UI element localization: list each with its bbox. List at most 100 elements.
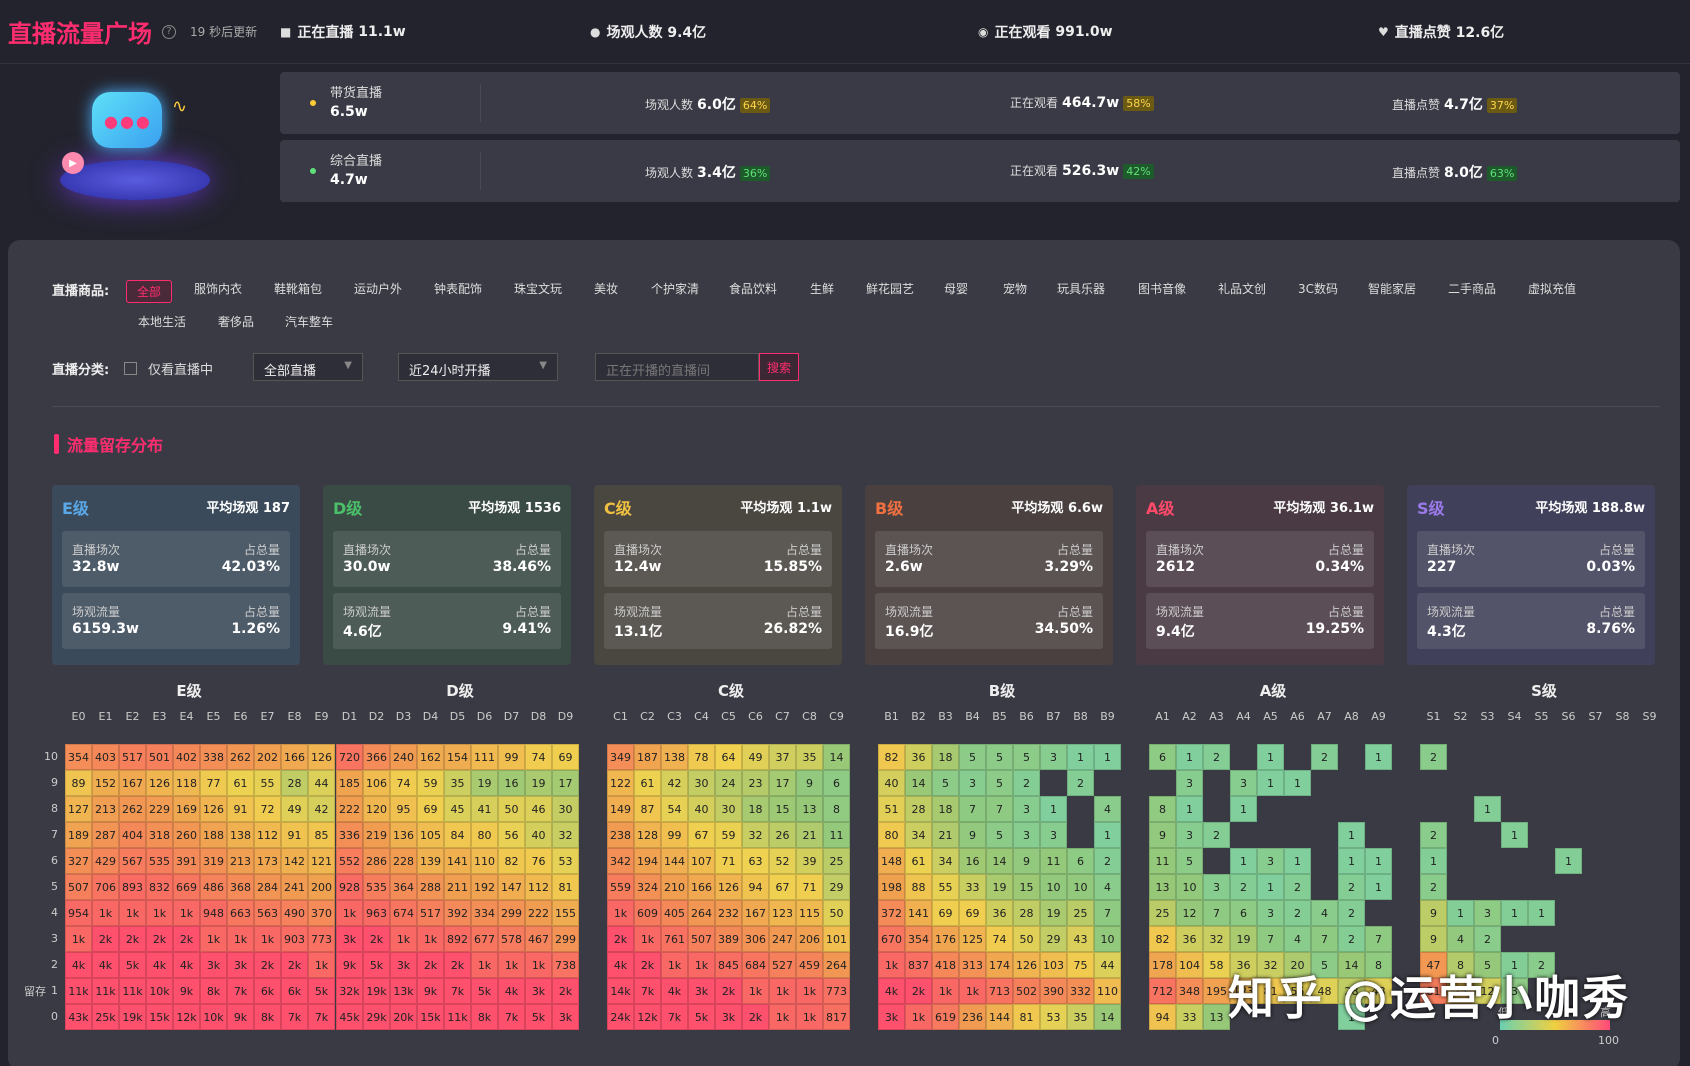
- heatmap-cell[interactable]: 13: [1149, 874, 1176, 900]
- heatmap-cell[interactable]: 19k: [119, 1004, 146, 1030]
- heatmap-cell[interactable]: 238: [607, 822, 634, 848]
- heatmap-cell[interactable]: 126: [1013, 952, 1040, 978]
- heatmap-cell[interactable]: 738: [552, 952, 579, 978]
- heatmap-cell[interactable]: 69: [417, 796, 444, 822]
- heatmap-cell[interactable]: 101: [823, 926, 850, 952]
- heatmap-cell[interactable]: 241: [281, 874, 308, 900]
- heatmap-cell[interactable]: 338: [200, 744, 227, 770]
- heatmap-cell[interactable]: 2k: [254, 952, 281, 978]
- heatmap-cell[interactable]: 262: [227, 744, 254, 770]
- heatmap-cell[interactable]: 3k: [336, 926, 363, 952]
- heatmap-cell[interactable]: 7: [1203, 900, 1230, 926]
- heatmap-cell[interactable]: 106: [363, 770, 390, 796]
- heatmap-cell[interactable]: 4k: [173, 952, 200, 978]
- heatmap-cell[interactable]: 18: [932, 796, 959, 822]
- heatmap-cell[interactable]: 126: [146, 770, 173, 796]
- heatmap-cell[interactable]: 35: [444, 770, 471, 796]
- heatmap-cell[interactable]: 9: [1420, 900, 1447, 926]
- heatmap-cell[interactable]: 7k: [227, 978, 254, 1004]
- heatmap-cell[interactable]: 370: [308, 900, 335, 926]
- heatmap-cell[interactable]: 342: [607, 848, 634, 874]
- heatmap-cell[interactable]: 502: [1013, 978, 1040, 1004]
- heatmap-cell[interactable]: 35: [1067, 1004, 1094, 1030]
- heatmap-cell[interactable]: 5: [1176, 848, 1203, 874]
- heatmap-cell[interactable]: 517: [119, 744, 146, 770]
- heatmap-cell[interactable]: 141: [905, 900, 932, 926]
- heatmap-cell[interactable]: 82: [498, 848, 525, 874]
- heatmap-cell[interactable]: 2k: [444, 952, 471, 978]
- heatmap-cell[interactable]: 773: [823, 978, 850, 1004]
- heatmap-cell[interactable]: 169: [173, 796, 200, 822]
- heatmap-cell[interactable]: 390: [1040, 978, 1067, 1004]
- heatmap-cell[interactable]: 264: [823, 952, 850, 978]
- heatmap-cell[interactable]: 677: [471, 926, 498, 952]
- heatmap-cell[interactable]: 4k: [498, 978, 525, 1004]
- heatmap-cell[interactable]: 490: [281, 900, 308, 926]
- heatmap-cell[interactable]: 7: [986, 796, 1013, 822]
- heatmap-cell[interactable]: 4k: [92, 952, 119, 978]
- heatmap-cell[interactable]: 5: [932, 770, 959, 796]
- heatmap-cell[interactable]: 10: [1067, 874, 1094, 900]
- heatmap-cell[interactable]: 11: [1149, 848, 1176, 874]
- heatmap-cell[interactable]: 189: [65, 822, 92, 848]
- heatmap-cell[interactable]: 240: [390, 744, 417, 770]
- heatmap-cell[interactable]: 187: [634, 744, 661, 770]
- heatmap-cell[interactable]: 8k: [471, 1004, 498, 1030]
- category-chip[interactable]: 钟表配饰: [434, 280, 482, 297]
- category-chip[interactable]: 汽车整车: [285, 313, 333, 330]
- heatmap-cell[interactable]: 486: [200, 874, 227, 900]
- heatmap-cell[interactable]: 1k: [146, 900, 173, 926]
- heatmap-cell[interactable]: 50: [498, 796, 525, 822]
- heatmap-cell[interactable]: 429: [92, 848, 119, 874]
- heatmap-cell[interactable]: 403: [92, 744, 119, 770]
- heatmap-cell[interactable]: 1k: [932, 978, 959, 1004]
- heatmap-cell[interactable]: 149: [607, 796, 634, 822]
- heatmap-cell[interactable]: 30: [688, 770, 715, 796]
- heatmap-cell[interactable]: 2: [1284, 874, 1311, 900]
- heatmap-cell[interactable]: 669: [173, 874, 200, 900]
- heatmap-cell[interactable]: 1: [1230, 848, 1257, 874]
- heatmap-cell[interactable]: 7k: [634, 978, 661, 1004]
- heatmap-cell[interactable]: 18: [742, 796, 769, 822]
- category-chip[interactable]: 食品饮料: [729, 280, 777, 297]
- heatmap-cell[interactable]: 121: [308, 848, 335, 874]
- category-chip[interactable]: 3C数码: [1298, 280, 1338, 297]
- heatmap-cell[interactable]: 12k: [634, 1004, 661, 1030]
- heatmap-cell[interactable]: 44: [308, 770, 335, 796]
- heatmap-cell[interactable]: 9: [1420, 926, 1447, 952]
- heatmap-cell[interactable]: 5k: [471, 978, 498, 1004]
- heatmap-cell[interactable]: 6: [823, 770, 850, 796]
- heatmap-cell[interactable]: 674: [390, 900, 417, 926]
- heatmap-cell[interactable]: 118: [173, 770, 200, 796]
- heatmap-cell[interactable]: 1k: [742, 978, 769, 1004]
- heatmap-cell[interactable]: 3: [1474, 900, 1501, 926]
- heatmap-cell[interactable]: 76: [525, 848, 552, 874]
- heatmap-cell[interactable]: 4k: [661, 978, 688, 1004]
- heatmap-cell[interactable]: 963: [363, 900, 390, 926]
- heatmap-cell[interactable]: 2k: [92, 926, 119, 952]
- heatmap-cell[interactable]: 3k: [200, 952, 227, 978]
- heatmap-cell[interactable]: 30: [715, 796, 742, 822]
- heatmap-cell[interactable]: 336: [336, 822, 363, 848]
- heatmap-cell[interactable]: 7: [1094, 900, 1121, 926]
- heatmap-cell[interactable]: 1: [1176, 744, 1203, 770]
- heatmap-cell[interactable]: 578: [498, 926, 525, 952]
- heatmap-cell[interactable]: 1k: [65, 926, 92, 952]
- heatmap-cell[interactable]: 713: [986, 978, 1013, 1004]
- heatmap-cell[interactable]: 4: [1094, 796, 1121, 822]
- heatmap-cell[interactable]: 138: [227, 822, 254, 848]
- heatmap-cell[interactable]: 34: [932, 848, 959, 874]
- heatmap-cell[interactable]: 10: [1040, 874, 1067, 900]
- heatmap-cell[interactable]: 1k: [119, 900, 146, 926]
- heatmap-cell[interactable]: 368: [227, 874, 254, 900]
- heatmap-cell[interactable]: 148: [878, 848, 905, 874]
- heatmap-cell[interactable]: 706: [92, 874, 119, 900]
- heatmap-cell[interactable]: 7: [1311, 926, 1338, 952]
- heatmap-cell[interactable]: 507: [65, 874, 92, 900]
- heatmap-cell[interactable]: 903: [281, 926, 308, 952]
- category-chip[interactable]: 运动户外: [354, 280, 402, 297]
- heatmap-cell[interactable]: 2: [1420, 874, 1447, 900]
- heatmap-cell[interactable]: 111: [471, 744, 498, 770]
- heatmap-cell[interactable]: 10k: [200, 1004, 227, 1030]
- heatmap-cell[interactable]: 61: [905, 848, 932, 874]
